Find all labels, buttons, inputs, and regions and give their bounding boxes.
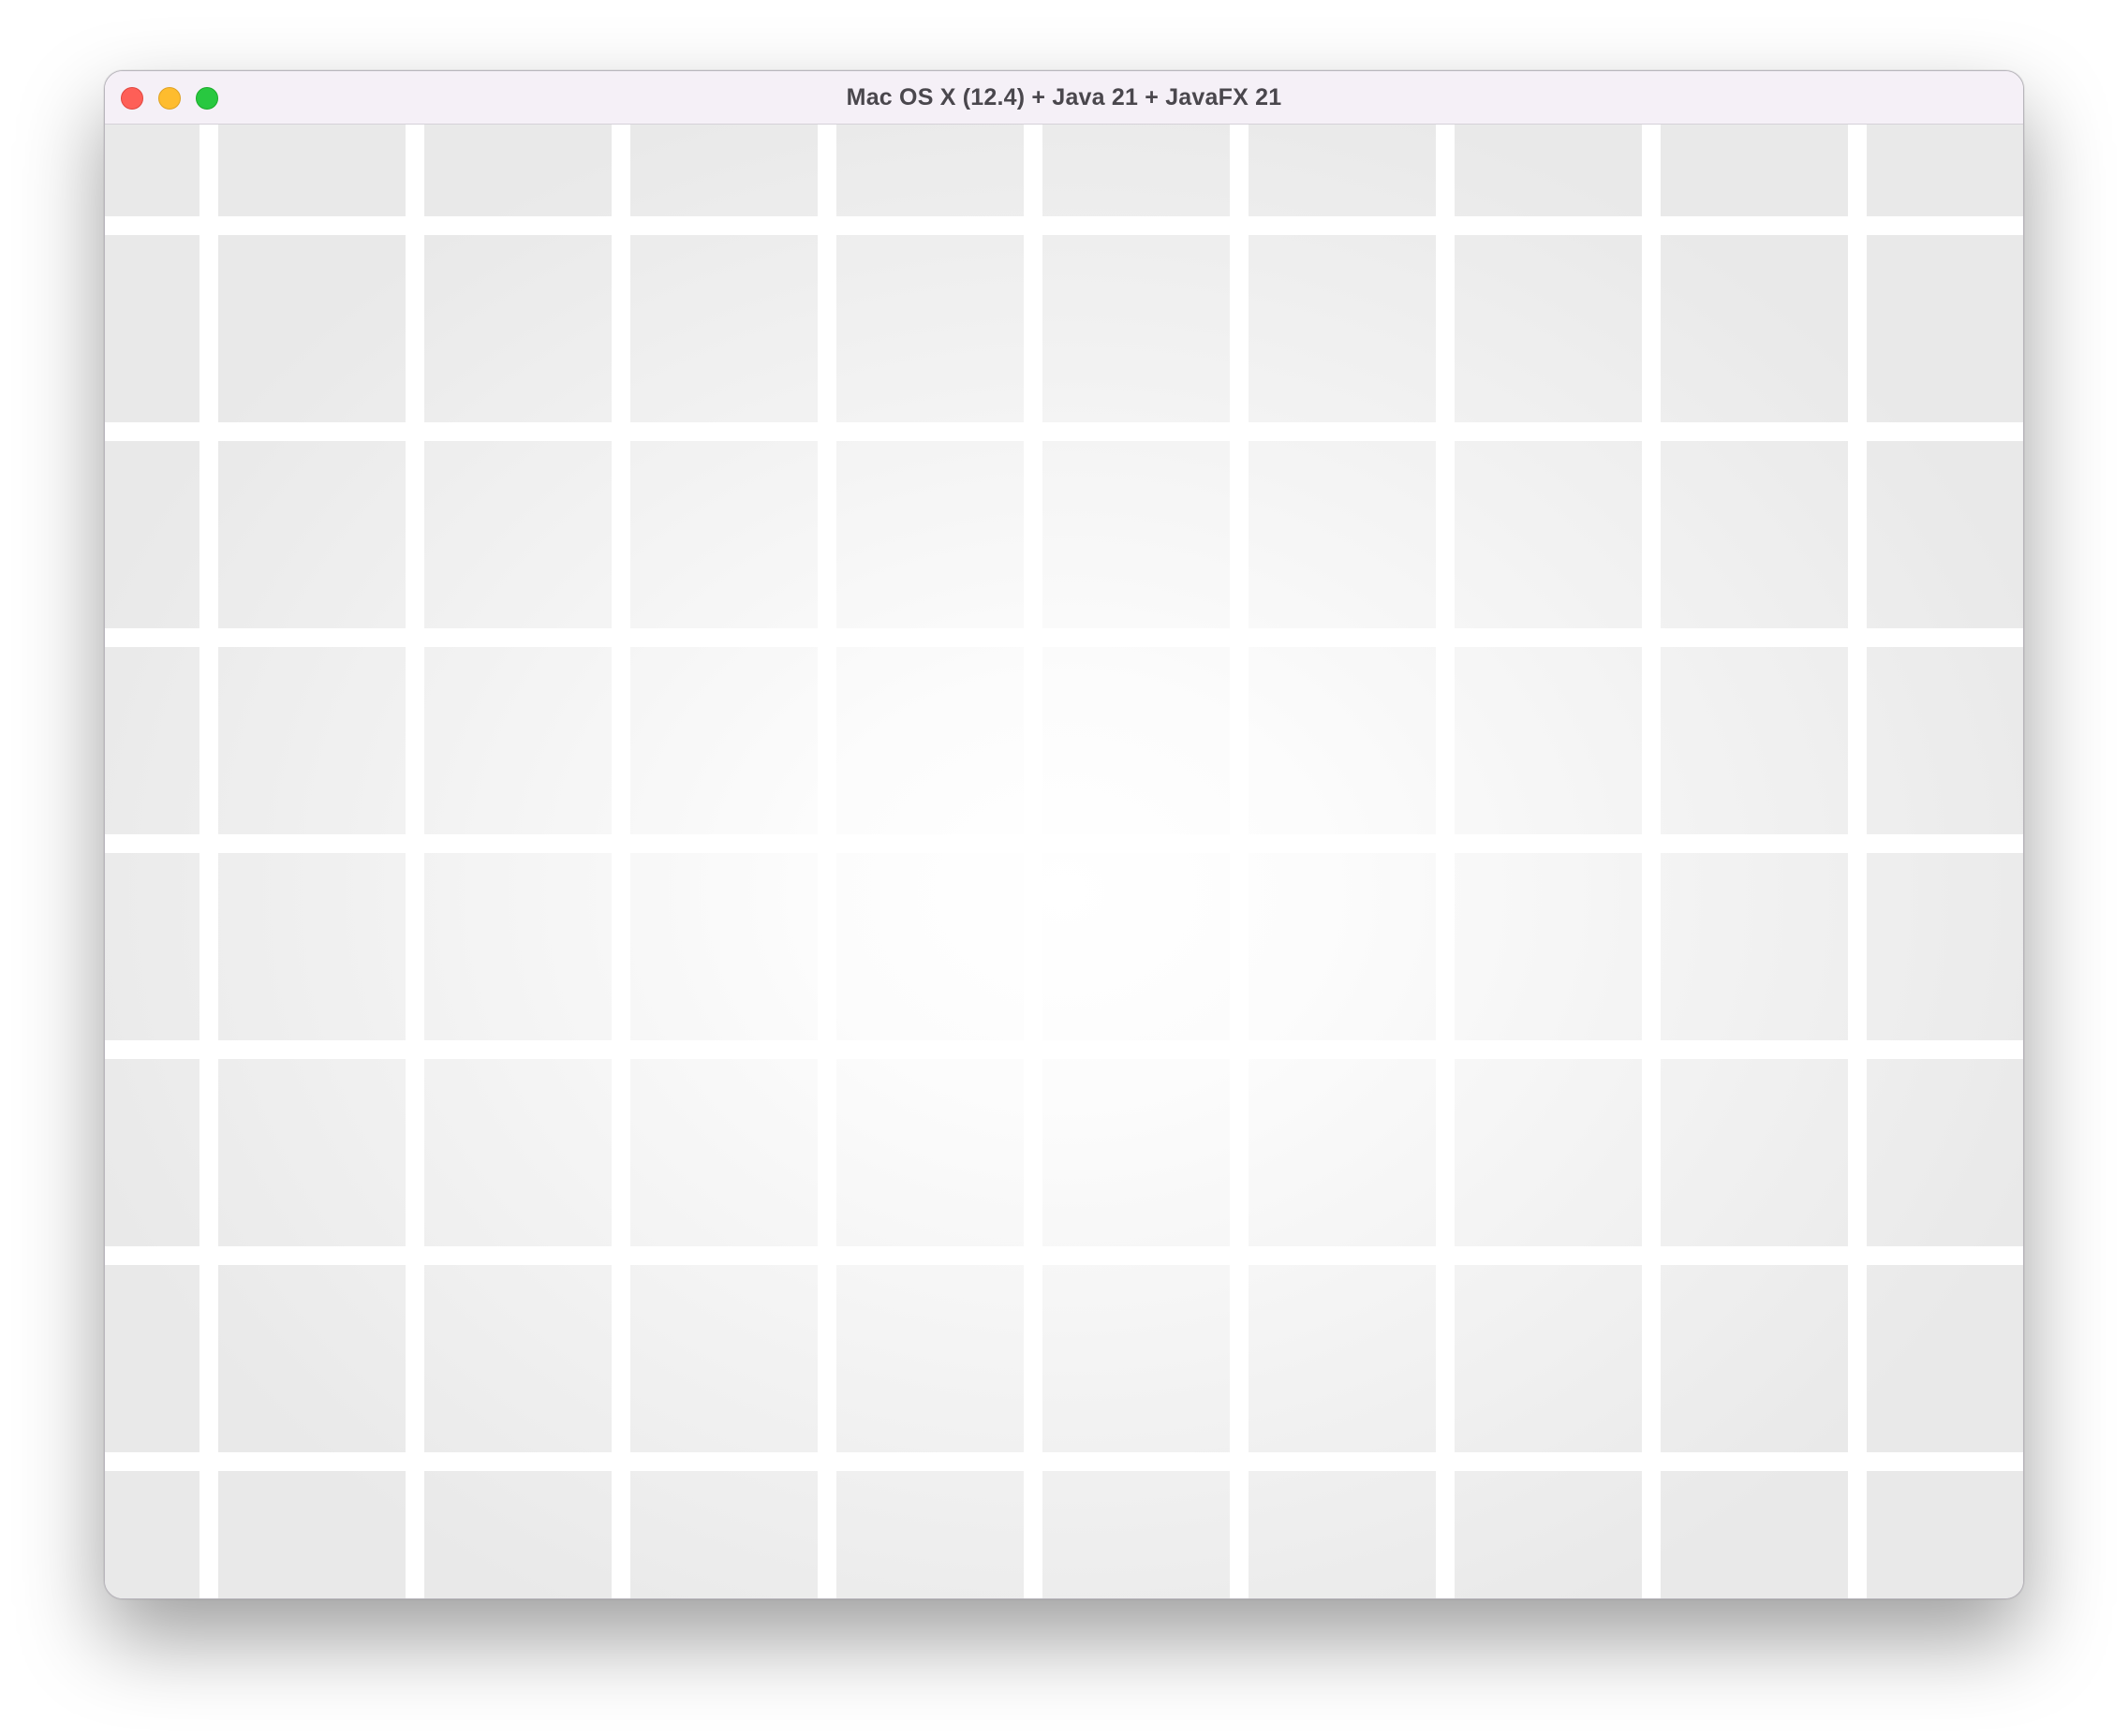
grid-line-vertical [612,125,630,1598]
grid-line-horizontal [105,1040,2023,1059]
grid-line-vertical [406,125,424,1598]
window-title: Mac OS X (12.4) + Java 21 + JavaFX 21 [846,84,1282,110]
grid-line-vertical [1642,125,1661,1598]
grid-line-vertical [1848,125,1867,1598]
grid-line-horizontal [105,216,2023,235]
app-window: Mac OS X (12.4) + Java 21 + JavaFX 21 [104,70,2024,1599]
title-bar[interactable]: Mac OS X (12.4) + Java 21 + JavaFX 21 [105,71,2023,125]
grid-line-vertical [1230,125,1249,1598]
grid-line-vertical [1436,125,1455,1598]
grid-line-horizontal [105,422,2023,441]
grid-line-horizontal [105,1246,2023,1265]
grid-line-horizontal [105,628,2023,647]
grid-line-horizontal [105,1452,2023,1471]
grid-line-vertical [818,125,836,1598]
grid-line-vertical [1024,125,1042,1598]
grid-canvas[interactable] [105,125,2023,1598]
grid-line-horizontal [105,834,2023,853]
grid-line-vertical [200,125,218,1598]
